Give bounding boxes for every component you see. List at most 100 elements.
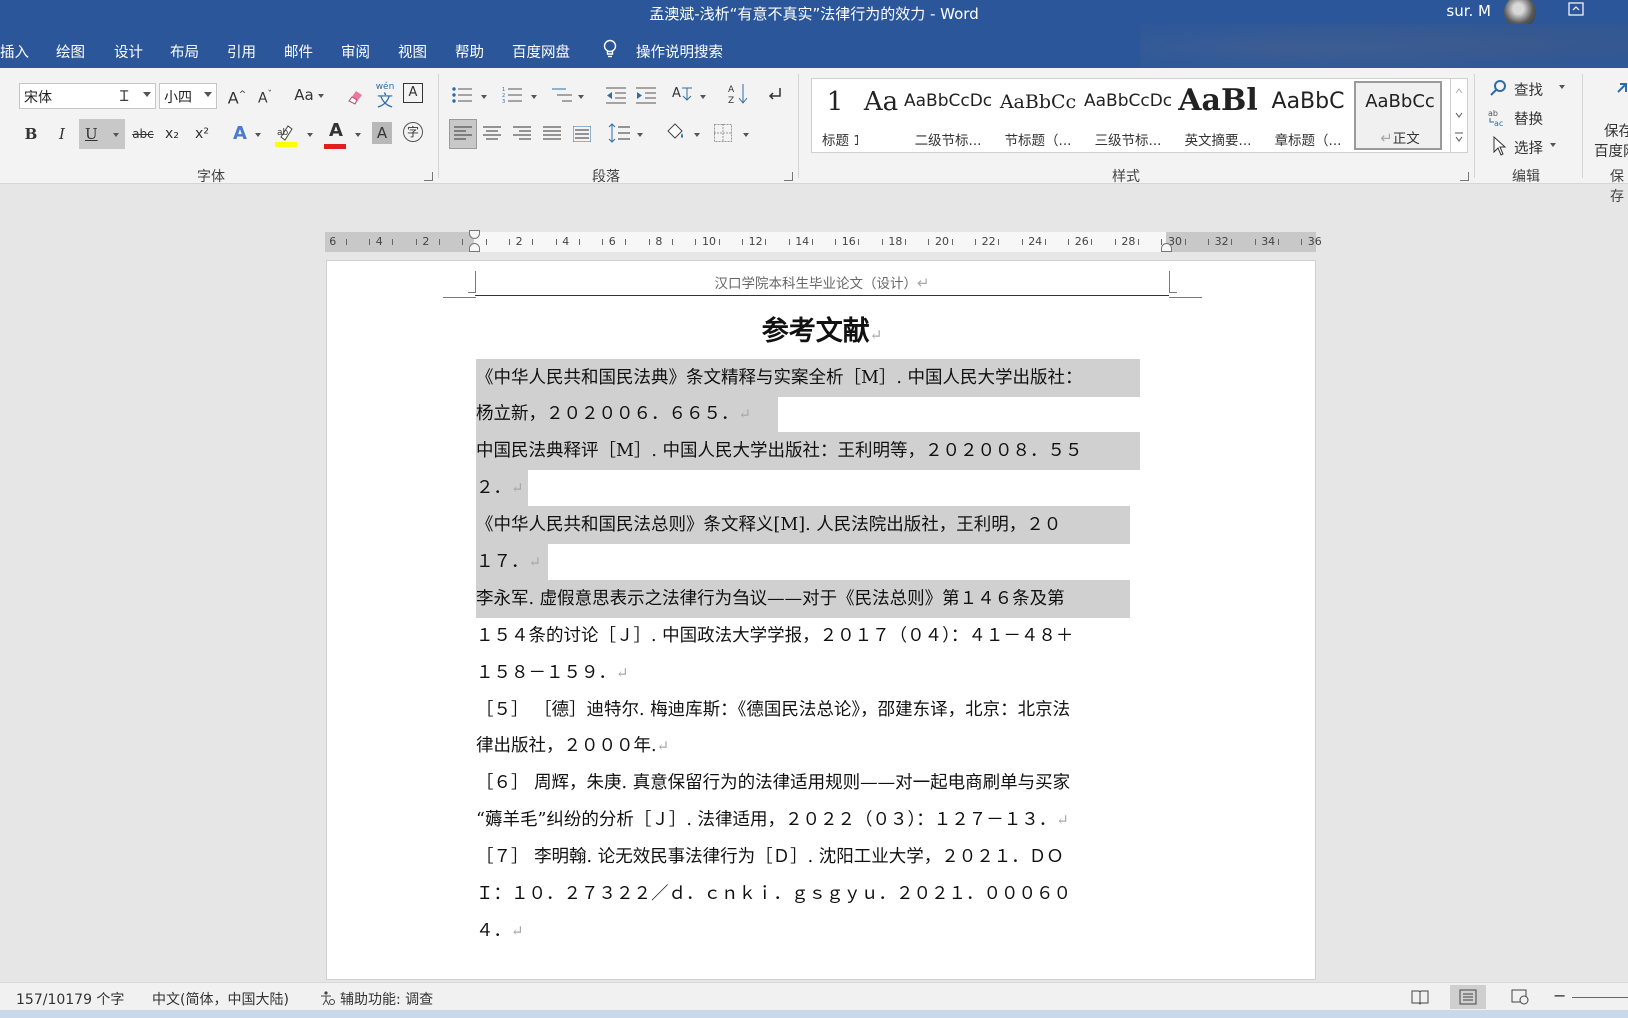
- page-header[interactable]: 汉口学院本科生毕业论文（设计）↵: [327, 272, 1315, 292]
- chevron-down-icon[interactable]: [1550, 143, 1556, 147]
- style-heading-1[interactable]: 1 标题 1: [812, 79, 858, 152]
- chevron-down-icon[interactable]: [700, 95, 706, 99]
- font-color-button[interactable]: A: [324, 119, 348, 143]
- reference-line[interactable]: ２．↵: [476, 469, 528, 507]
- tab-references[interactable]: 引用: [227, 41, 256, 62]
- find-button[interactable]: 查找: [1514, 79, 1543, 100]
- show-hide-marks-icon[interactable]: [764, 84, 784, 104]
- styles-gallery-scroller[interactable]: [1451, 78, 1468, 153]
- save-to-baidu-line1[interactable]: 保存: [1604, 120, 1628, 141]
- replace-button[interactable]: 替换: [1514, 108, 1543, 129]
- print-layout-button[interactable]: [1450, 985, 1486, 1009]
- reference-line[interactable]: １５８－１５９．↵: [476, 654, 629, 692]
- tab-baidu-netdisk[interactable]: 百度网盘: [512, 41, 570, 62]
- word-count[interactable]: 157/10179 个字: [16, 989, 124, 1009]
- tab-review[interactable]: 审阅: [341, 41, 370, 62]
- tab-mailings[interactable]: 邮件: [284, 41, 313, 62]
- chevron-down-icon[interactable]: [481, 95, 487, 99]
- tell-me-search[interactable]: 操作说明搜索: [636, 41, 723, 62]
- zoom-slider[interactable]: [1572, 997, 1628, 998]
- increase-indent-icon[interactable]: [636, 86, 656, 104]
- chevron-down-icon[interactable]: [743, 133, 749, 137]
- superscript-button[interactable]: x²: [190, 122, 214, 146]
- bold-button[interactable]: B: [19, 122, 43, 146]
- chevron-down-icon[interactable]: [637, 133, 643, 137]
- distributed-button[interactable]: [570, 122, 594, 146]
- web-layout-icon[interactable]: [1511, 989, 1529, 1005]
- reference-line[interactable]: 中国民法典释评［M］. 中国人民大学出版社：王利明等，２０２００８．５５: [476, 432, 1140, 470]
- right-indent-marker[interactable]: [1161, 243, 1172, 252]
- decrease-indent-icon[interactable]: [606, 86, 626, 104]
- references-heading[interactable]: 参考文献↵: [327, 309, 1315, 348]
- select-button[interactable]: 选择: [1514, 137, 1543, 158]
- reference-line[interactable]: ［７］ 李明翰. 论无效民事法律行为［Ｄ］. 沈阳工业大学，２０２１．ＤＯ: [476, 838, 1064, 876]
- reference-line[interactable]: 杨立新，２０２００６．６６５．↵: [476, 395, 778, 433]
- chevron-down-icon[interactable]: [307, 133, 313, 137]
- numbering-icon[interactable]: 123: [502, 86, 522, 104]
- save-to-baidu-line2[interactable]: 百度网: [1594, 140, 1628, 161]
- borders-icon[interactable]: [714, 124, 732, 142]
- document-page[interactable]: 汉口学院本科生毕业论文（设计）↵ 参考文献↵ 《中华人民共和国民法典》条文精释与…: [326, 260, 1316, 980]
- multilevel-list-icon[interactable]: [552, 86, 572, 104]
- align-right-button[interactable]: [510, 122, 534, 146]
- left-indent-marker[interactable]: [469, 243, 480, 252]
- reference-line[interactable]: ［５］ ［德］迪特尔. 梅迪库斯：《德国民法总论》，邵建东译，北京：北京法: [476, 691, 1070, 729]
- reference-line[interactable]: 《中华人民共和国民法典》条文精释与实案全析［M］. 中国人民大学出版社：: [476, 359, 1140, 397]
- reference-line[interactable]: ４．↵: [476, 912, 524, 950]
- accessibility-check[interactable]: 辅助功能: 调查: [340, 989, 433, 1009]
- italic-button[interactable]: I: [50, 122, 74, 146]
- change-case-button[interactable]: Aa: [288, 83, 320, 107]
- bullets-icon[interactable]: [452, 86, 472, 104]
- chevron-down-icon[interactable]: [1559, 85, 1565, 89]
- zoom-out-icon[interactable]: −: [1553, 986, 1566, 1005]
- reference-line[interactable]: 律出版社，２０００年.↵: [476, 727, 669, 765]
- chevron-down-icon[interactable]: [531, 95, 537, 99]
- paragraph-dialog-launcher[interactable]: [784, 172, 793, 181]
- ribbon-display-options-icon[interactable]: [1568, 2, 1584, 16]
- read-mode-icon[interactable]: [1411, 989, 1429, 1005]
- reference-line[interactable]: Ｉ：１０．２７３２２／ｄ．ｃｎｋｉ．ｇｓｇｙｕ．２０２１．０００６０: [476, 875, 1071, 913]
- shading-bucket-icon[interactable]: [664, 121, 686, 143]
- character-border-button[interactable]: A: [403, 83, 423, 103]
- style-level2-section[interactable]: AaBbCcDc 二级节标...: [904, 79, 992, 152]
- chevron-down-icon[interactable]: [204, 92, 212, 97]
- style-section-heading[interactable]: AaBbCc 节标题（...: [994, 79, 1082, 152]
- align-left-button[interactable]: [449, 119, 477, 149]
- grow-font-button[interactable]: A^: [225, 83, 249, 107]
- tab-design[interactable]: 设计: [114, 41, 143, 62]
- chevron-down-icon[interactable]: [578, 95, 584, 99]
- tab-insert[interactable]: 插入: [0, 41, 29, 62]
- reference-line[interactable]: 《中华人民共和国民法总则》条文释义[M]. 人民法院出版社，王利明，２０: [476, 506, 1130, 544]
- strikethrough-button[interactable]: abc: [129, 122, 157, 146]
- font-size-combo[interactable]: 小四: [159, 83, 217, 109]
- chevron-down-icon[interactable]: [318, 94, 324, 98]
- chevron-down-icon[interactable]: [694, 133, 700, 137]
- baidu-link-icon[interactable]: [1610, 82, 1628, 104]
- style-chapter-heading[interactable]: AaBbC 章标题（...: [1264, 79, 1352, 152]
- phonetic-guide-button[interactable]: wén 文: [372, 80, 398, 109]
- chevron-down-icon[interactable]: [255, 133, 261, 137]
- reference-line[interactable]: １５４条的讨论［Ｊ］. 中国政法大学学报，２０１７（０４）：４１－４８＋: [476, 617, 1073, 655]
- line-spacing-icon[interactable]: [608, 123, 630, 143]
- shrink-font-button[interactable]: Aˇ: [253, 83, 277, 107]
- chevron-down-icon[interactable]: [113, 133, 119, 137]
- lightbulb-icon[interactable]: [603, 39, 617, 59]
- chevron-down-icon[interactable]: [355, 133, 361, 137]
- horizontal-ruler[interactable]: 6 4 2 2 4 6 8 10 12 14 16 18 20 22 24 26 28 30 32 34 36: [325, 230, 1322, 252]
- clear-formatting-icon[interactable]: [345, 87, 365, 107]
- justify-button[interactable]: [540, 122, 564, 146]
- chevron-down-icon[interactable]: [143, 92, 151, 97]
- user-name[interactable]: sur. M: [1446, 2, 1491, 20]
- character-shading-button[interactable]: A: [372, 122, 392, 144]
- align-center-button[interactable]: [480, 122, 504, 146]
- tab-help[interactable]: 帮助: [455, 41, 484, 62]
- language-indicator[interactable]: 中文(简体，中国大陆): [152, 989, 289, 1009]
- style-normal[interactable]: AaBbCc ↵正文: [1354, 81, 1442, 150]
- chinese-layout-icon[interactable]: A: [672, 84, 694, 104]
- tab-view[interactable]: 视图: [398, 41, 427, 62]
- tab-draw[interactable]: 绘图: [56, 41, 85, 62]
- sort-icon[interactable]: AZ: [728, 82, 748, 106]
- enclose-characters-button[interactable]: 字: [403, 122, 423, 142]
- reference-line[interactable]: １７．↵: [476, 543, 548, 581]
- reference-line[interactable]: ［６］ 周辉，朱庚. 真意保留行为的法律适用规则——对一起电商刷单与买家: [476, 764, 1070, 802]
